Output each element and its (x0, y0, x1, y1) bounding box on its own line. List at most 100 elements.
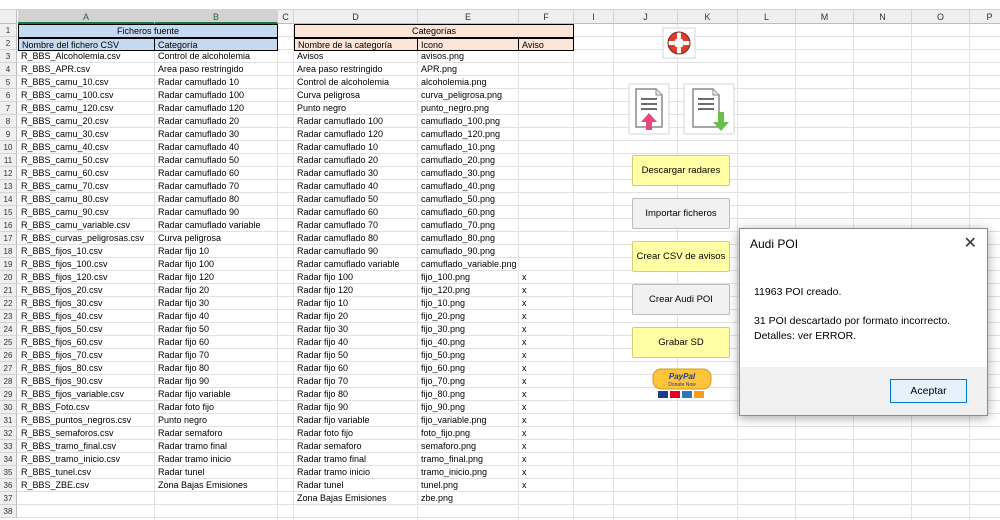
category-aviso-cell[interactable] (519, 167, 574, 180)
row-header[interactable]: 3 (0, 50, 17, 63)
create-csv-button[interactable]: Crear CSV de avisos (632, 241, 730, 272)
row-header[interactable]: 34 (0, 453, 17, 466)
lifebuoy-icon[interactable] (662, 27, 696, 59)
source-filename-cell[interactable]: R_BBS_ZBE.csv (18, 479, 155, 492)
source-filename-cell[interactable]: R_BBS_camu_80.csv (18, 193, 155, 206)
row-header[interactable]: 29 (0, 388, 17, 401)
row-header[interactable]: 14 (0, 193, 17, 206)
category-aviso-cell[interactable]: x (519, 349, 574, 362)
row-header[interactable]: 35 (0, 466, 17, 479)
source-category-cell[interactable]: Radar camuflado 20 (155, 115, 278, 128)
source-category-cell[interactable]: Radar tramo inicio (155, 453, 278, 466)
category-aviso-cell[interactable] (519, 258, 574, 271)
source-category-cell[interactable]: Radar camuflado 90 (155, 206, 278, 219)
row-header[interactable]: 6 (0, 89, 17, 102)
source-category-cell[interactable]: Radar camuflado 10 (155, 76, 278, 89)
document-upload-icon[interactable] (628, 83, 670, 135)
source-category-cell[interactable]: Radar fijo 60 (155, 336, 278, 349)
category-icon-cell[interactable]: camuflado_40.png (418, 180, 519, 193)
category-aviso-cell[interactable]: x (519, 336, 574, 349)
category-aviso-cell[interactable]: x (519, 414, 574, 427)
category-aviso-cell[interactable] (519, 232, 574, 245)
source-filename-cell[interactable]: R_BBS_camu_60.csv (18, 167, 155, 180)
category-name-cell[interactable]: Radar tramo inicio (294, 466, 418, 479)
source-category-cell[interactable]: Radar fijo 20 (155, 284, 278, 297)
category-aviso-cell[interactable] (519, 206, 574, 219)
source-filename-cell[interactable]: R_BBS_camu_10.csv (18, 76, 155, 89)
row-header[interactable]: 8 (0, 115, 17, 128)
source-filename-cell[interactable]: R_BBS_fijos_50.csv (18, 323, 155, 336)
category-icon-cell[interactable]: tramo_inicio.png (418, 466, 519, 479)
category-icon-cell[interactable]: camuflado_80.png (418, 232, 519, 245)
column-header[interactable]: A (18, 10, 155, 24)
category-name-cell[interactable]: Radar camuflado 40 (294, 180, 418, 193)
row-header[interactable]: 2 (0, 37, 17, 50)
row-header[interactable]: 1 (0, 24, 17, 37)
category-icon-cell[interactable]: avisos.png (418, 50, 519, 63)
source-category-cell[interactable]: Curva peligrosa (155, 232, 278, 245)
row-header[interactable]: 30 (0, 401, 17, 414)
source-filename-cell[interactable]: R_BBS_semaforos.csv (18, 427, 155, 440)
row-header[interactable]: 5 (0, 76, 17, 89)
category-aviso-cell[interactable] (519, 63, 574, 76)
category-aviso-cell[interactable] (519, 141, 574, 154)
source-category-cell[interactable]: Radar fijo 10 (155, 245, 278, 258)
row-header[interactable]: 22 (0, 297, 17, 310)
source-category-cell[interactable]: Control de alcoholemia (155, 50, 278, 63)
row-header[interactable]: 16 (0, 219, 17, 232)
row-header[interactable]: 10 (0, 141, 17, 154)
category-icon-cell[interactable]: camuflado_50.png (418, 193, 519, 206)
category-icon-cell[interactable]: alcoholemia.png (418, 76, 519, 89)
source-category-cell[interactable]: Area paso restringido (155, 63, 278, 76)
category-aviso-cell[interactable]: x (519, 401, 574, 414)
category-aviso-cell[interactable]: x (519, 284, 574, 297)
column-header[interactable]: J (614, 10, 678, 24)
source-category-cell[interactable]: Radar fijo 70 (155, 349, 278, 362)
column-header[interactable]: N (854, 10, 912, 24)
row-header[interactable]: 18 (0, 245, 17, 258)
category-name-cell[interactable]: Radar camuflado 20 (294, 154, 418, 167)
source-filename-cell[interactable]: R_BBS_Alcoholemia.csv (18, 50, 155, 63)
source-category-cell[interactable]: Radar tunel (155, 466, 278, 479)
source-filename-cell[interactable]: R_BBS_camu_20.csv (18, 115, 155, 128)
category-icon-cell[interactable]: fijo_120.png (418, 284, 519, 297)
column-header[interactable]: K (678, 10, 738, 24)
category-icon-cell[interactable]: curva_peligrosa.png (418, 89, 519, 102)
source-filename-cell[interactable]: R_BBS_tunel.csv (18, 466, 155, 479)
category-name-cell[interactable]: Radar fijo variable (294, 414, 418, 427)
category-name-cell[interactable]: Radar camuflado variable (294, 258, 418, 271)
source-category-cell[interactable]: Radar fijo 30 (155, 297, 278, 310)
source-category-cell[interactable]: Radar camuflado 100 (155, 89, 278, 102)
record-sd-button[interactable]: Grabar SD (632, 327, 730, 358)
source-filename-cell[interactable]: R_BBS_camu_50.csv (18, 154, 155, 167)
category-name-cell[interactable]: Radar camuflado 100 (294, 115, 418, 128)
category-icon-cell[interactable]: fijo_70.png (418, 375, 519, 388)
source-filename-cell[interactable]: R_BBS_tramo_final.csv (18, 440, 155, 453)
category-name-cell[interactable]: Radar tramo final (294, 453, 418, 466)
category-aviso-cell[interactable]: x (519, 479, 574, 492)
row-header[interactable]: 9 (0, 128, 17, 141)
row-header[interactable]: 7 (0, 102, 17, 115)
category-aviso-cell[interactable]: x (519, 388, 574, 401)
category-aviso-cell[interactable] (519, 115, 574, 128)
category-name-cell[interactable]: Radar camuflado 90 (294, 245, 418, 258)
row-header[interactable]: 24 (0, 323, 17, 336)
row-header[interactable]: 20 (0, 271, 17, 284)
source-category-cell[interactable]: Radar fijo 90 (155, 375, 278, 388)
category-name-cell[interactable]: Radar fijo 50 (294, 349, 418, 362)
category-aviso-cell[interactable]: x (519, 310, 574, 323)
category-icon-cell[interactable]: camuflado_60.png (418, 206, 519, 219)
create-audi-poi-button[interactable]: Crear Audi POI (632, 284, 730, 315)
source-category-cell[interactable]: Zona Bajas Emisiones (155, 479, 278, 492)
category-aviso-cell[interactable]: x (519, 323, 574, 336)
source-filename-cell[interactable]: R_BBS_camu_90.csv (18, 206, 155, 219)
source-filename-cell[interactable]: R_BBS_camu_40.csv (18, 141, 155, 154)
category-icon-cell[interactable]: fijo_50.png (418, 349, 519, 362)
source-filename-cell[interactable]: R_BBS_camu_70.csv (18, 180, 155, 193)
category-aviso-cell[interactable]: x (519, 453, 574, 466)
source-category-cell[interactable]: Radar camuflado 60 (155, 167, 278, 180)
category-icon-cell[interactable]: fijo_40.png (418, 336, 519, 349)
category-icon-cell[interactable]: foto_fijo.png (418, 427, 519, 440)
source-filename-cell[interactable]: R_BBS_fijos_100.csv (18, 258, 155, 271)
category-icon-cell[interactable]: semaforo.png (418, 440, 519, 453)
